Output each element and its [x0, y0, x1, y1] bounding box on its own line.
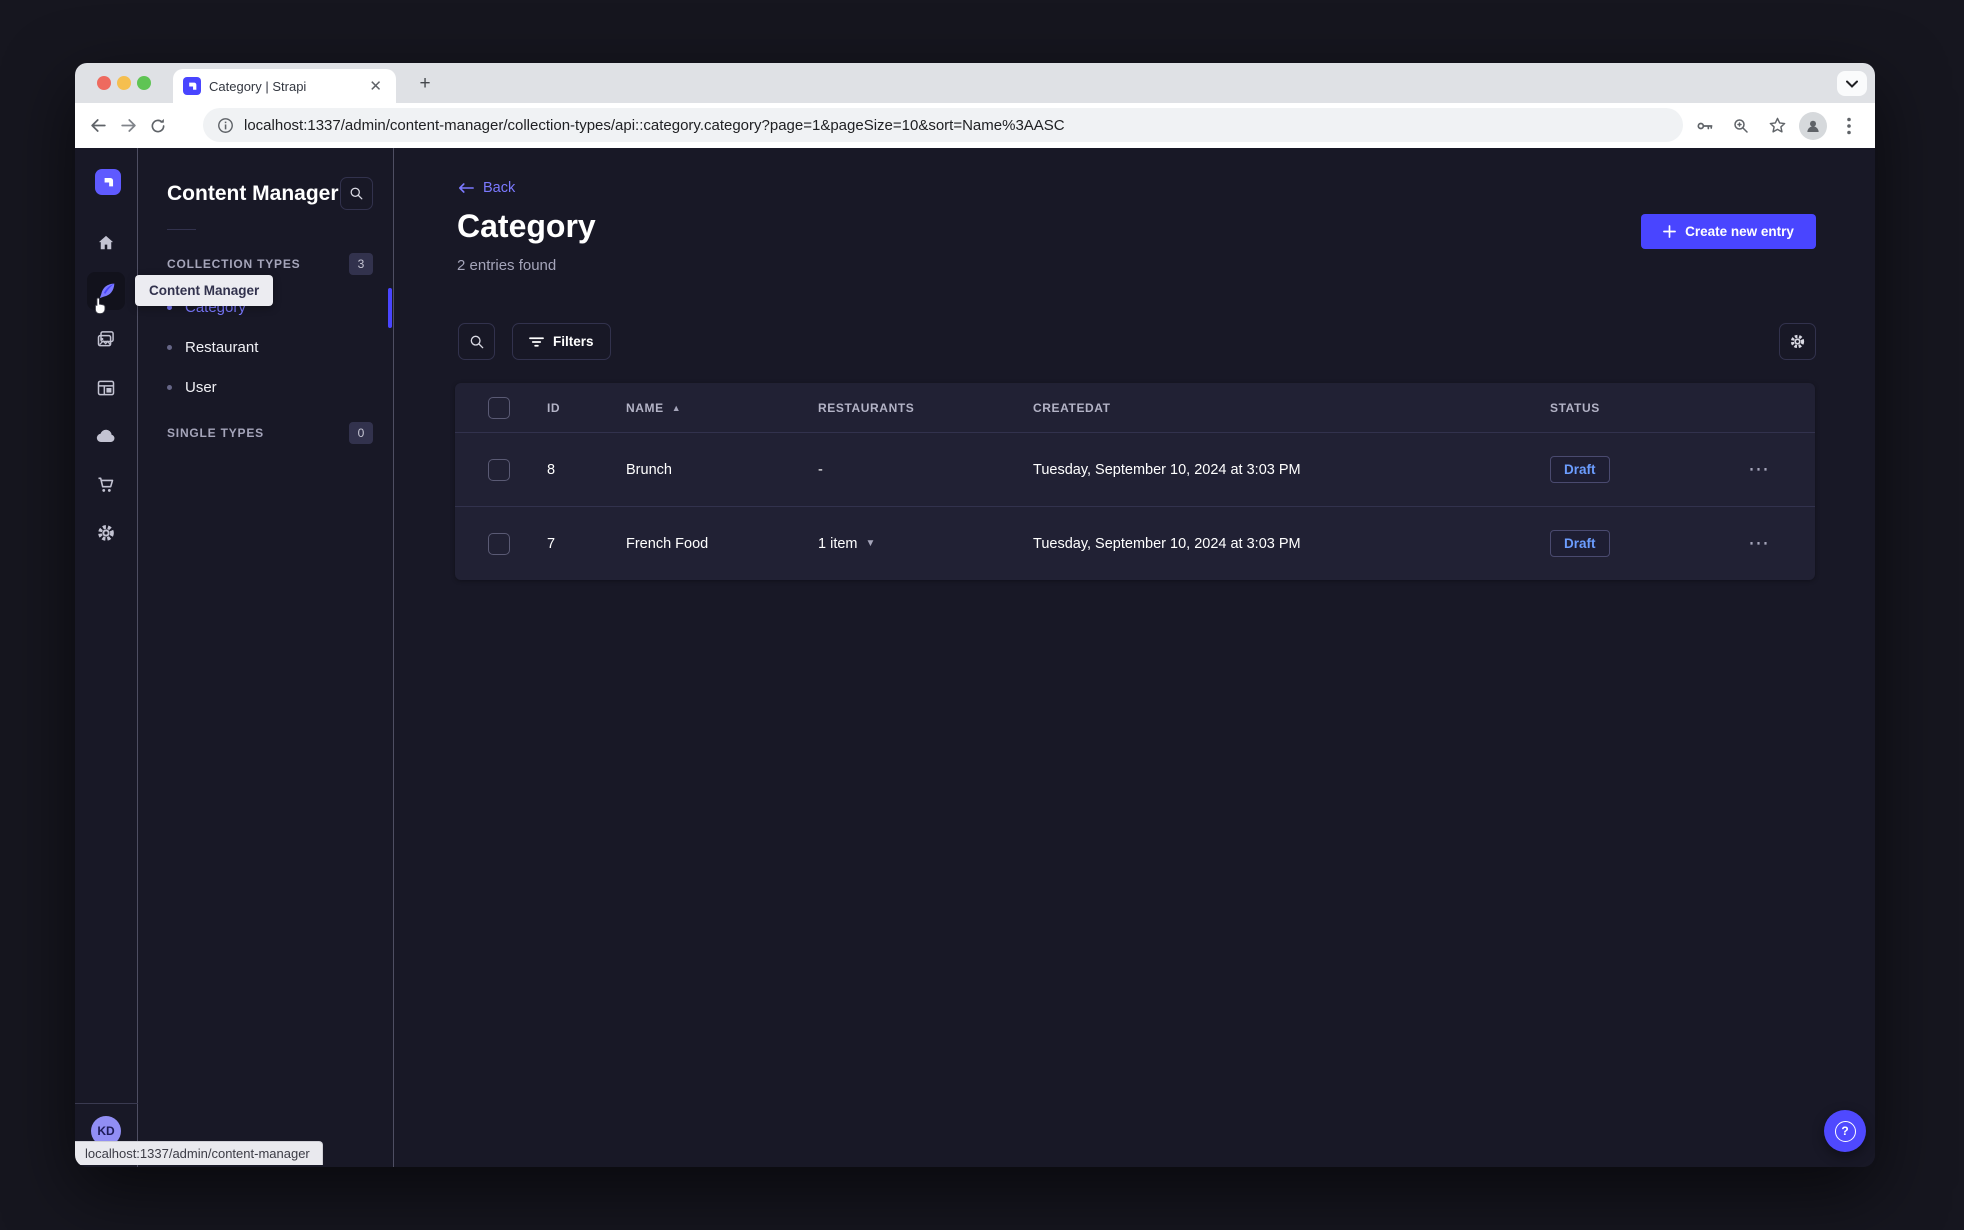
filters-label: Filters	[553, 334, 594, 349]
page-title: Category	[457, 208, 596, 244]
filter-icon	[529, 336, 544, 347]
password-key-icon[interactable]	[1691, 112, 1719, 140]
tab-search-chevron-icon[interactable]	[1837, 71, 1867, 96]
browser-reload-icon[interactable]	[143, 111, 173, 141]
marketplace-cart-icon[interactable]	[87, 466, 125, 504]
site-info-icon[interactable]	[217, 117, 234, 134]
cursor-icon	[92, 297, 108, 320]
media-library-icon[interactable]	[87, 320, 125, 358]
status-badge: Draft	[1550, 530, 1610, 557]
url-text[interactable]: localhost:1337/admin/content-manager/col…	[244, 117, 1065, 134]
column-header-restaurants[interactable]: RESTAURANTS	[818, 401, 1033, 415]
create-new-entry-label: Create new entry	[1685, 224, 1794, 239]
sidebar-divider	[75, 1103, 138, 1104]
close-window-button[interactable]	[97, 76, 111, 90]
strapi-logo-icon[interactable]	[95, 169, 121, 195]
subnav-search-button[interactable]	[340, 177, 373, 210]
single-types-section: SINGLE TYPES 0	[167, 421, 373, 445]
strapi-app: KD Content Manager COLLECTION TYPES 3 Ca…	[75, 148, 1875, 1167]
browser-menu-icon[interactable]	[1835, 112, 1863, 140]
plus-icon	[1663, 225, 1677, 238]
subnav-item-user[interactable]: User	[167, 371, 381, 403]
collection-types-count: 3	[349, 253, 373, 275]
cell-id: 8	[547, 461, 556, 478]
browser-back-icon[interactable]	[83, 111, 113, 141]
select-all-checkbox[interactable]	[488, 396, 510, 419]
subnav-scrollbar[interactable]	[388, 288, 392, 328]
home-icon[interactable]	[87, 224, 125, 262]
list-settings-button[interactable]	[1779, 323, 1816, 360]
main-content: Back Category 2 entries found Create new…	[394, 148, 1875, 1167]
cloud-icon[interactable]	[87, 417, 125, 455]
cell-name: Brunch	[626, 461, 672, 478]
zoom-icon[interactable]	[1727, 112, 1755, 140]
cell-restaurants: -	[818, 461, 823, 478]
bullet-icon	[167, 384, 172, 390]
subnav-item-label: Restaurant	[185, 338, 259, 356]
column-header-name[interactable]: NAME ▲	[626, 401, 818, 415]
column-header-createdat[interactable]: CREATEDAT	[1033, 401, 1550, 415]
strapi-favicon-icon	[183, 77, 201, 95]
collection-types-section: COLLECTION TYPES 3	[167, 252, 373, 276]
browser-tab[interactable]: Category | Strapi ✕	[173, 69, 396, 103]
content-manager-tooltip: Content Manager	[135, 275, 274, 306]
bullet-icon	[167, 344, 172, 350]
gear-icon	[1790, 334, 1805, 349]
row-checkbox[interactable]	[488, 532, 510, 555]
back-link[interactable]: Back	[458, 180, 515, 196]
subnav-title: Content Manager	[167, 181, 339, 205]
tab-close-icon[interactable]: ✕	[365, 77, 386, 95]
status-badge: Draft	[1550, 456, 1610, 483]
row-checkbox[interactable]	[488, 458, 510, 481]
browser-tabstrip: Category | Strapi ✕ +	[75, 63, 1875, 103]
maximize-window-button[interactable]	[137, 76, 151, 90]
collection-types-label: COLLECTION TYPES	[167, 257, 301, 271]
question-mark-icon: ?	[1834, 1120, 1856, 1142]
table-header-row: ID NAME ▲ RESTAURANTS CREATEDAT STATUS	[455, 383, 1815, 432]
subnav-item-label: User	[185, 378, 217, 396]
browser-forward-icon[interactable]	[113, 111, 143, 141]
browser-toolbar: localhost:1337/admin/content-manager/col…	[75, 103, 1875, 148]
create-new-entry-button[interactable]: Create new entry	[1641, 214, 1816, 249]
cell-restaurants[interactable]: 1 item ▼	[818, 536, 1033, 552]
row-actions-menu-icon[interactable]: ⋯	[1744, 459, 1770, 480]
table-row[interactable]: 7 French Food 1 item ▼ Tuesday, Septembe…	[455, 506, 1815, 580]
bookmark-star-icon[interactable]	[1763, 112, 1791, 140]
table-row[interactable]: 8 Brunch - Tuesday, September 10, 2024 a…	[455, 432, 1815, 506]
single-types-count: 0	[349, 422, 373, 444]
cell-id: 7	[547, 535, 556, 552]
cell-name: French Food	[626, 535, 709, 552]
minimize-window-button[interactable]	[117, 76, 131, 90]
cell-createdat: Tuesday, September 10, 2024 at 3:03 PM	[1033, 535, 1301, 552]
link-status-bubble: localhost:1337/admin/content-manager	[75, 1141, 323, 1165]
entries-table: ID NAME ▲ RESTAURANTS CREATEDAT STATUS 8…	[455, 383, 1815, 580]
back-arrow-icon	[458, 183, 474, 193]
sort-asc-icon: ▲	[671, 402, 682, 413]
browser-window: Category | Strapi ✕ + localhost:1337/adm…	[75, 63, 1875, 1167]
window-controls[interactable]	[97, 76, 151, 90]
content-type-builder-icon[interactable]	[87, 369, 125, 407]
cell-createdat: Tuesday, September 10, 2024 at 3:03 PM	[1033, 461, 1301, 478]
tab-title: Category | Strapi	[209, 78, 307, 94]
back-label: Back	[483, 180, 516, 196]
subnav-item-restaurant[interactable]: Restaurant	[167, 331, 381, 363]
settings-gear-icon[interactable]	[87, 514, 125, 552]
new-tab-button[interactable]: +	[413, 72, 437, 96]
url-bar[interactable]: localhost:1337/admin/content-manager/col…	[203, 108, 1683, 142]
chevron-down-icon: ▼	[865, 538, 876, 549]
list-search-button[interactable]	[458, 323, 495, 360]
row-actions-menu-icon[interactable]: ⋯	[1744, 533, 1770, 554]
entries-count: 2 entries found	[457, 257, 557, 274]
help-button[interactable]: ?	[1824, 1110, 1866, 1152]
single-types-label: SINGLE TYPES	[167, 426, 264, 440]
column-header-id[interactable]: ID	[547, 401, 626, 415]
subnav-divider	[167, 229, 196, 230]
filters-button[interactable]: Filters	[512, 323, 611, 360]
browser-profile-avatar[interactable]	[1799, 111, 1827, 140]
column-header-status[interactable]: STATUS	[1550, 401, 1744, 415]
